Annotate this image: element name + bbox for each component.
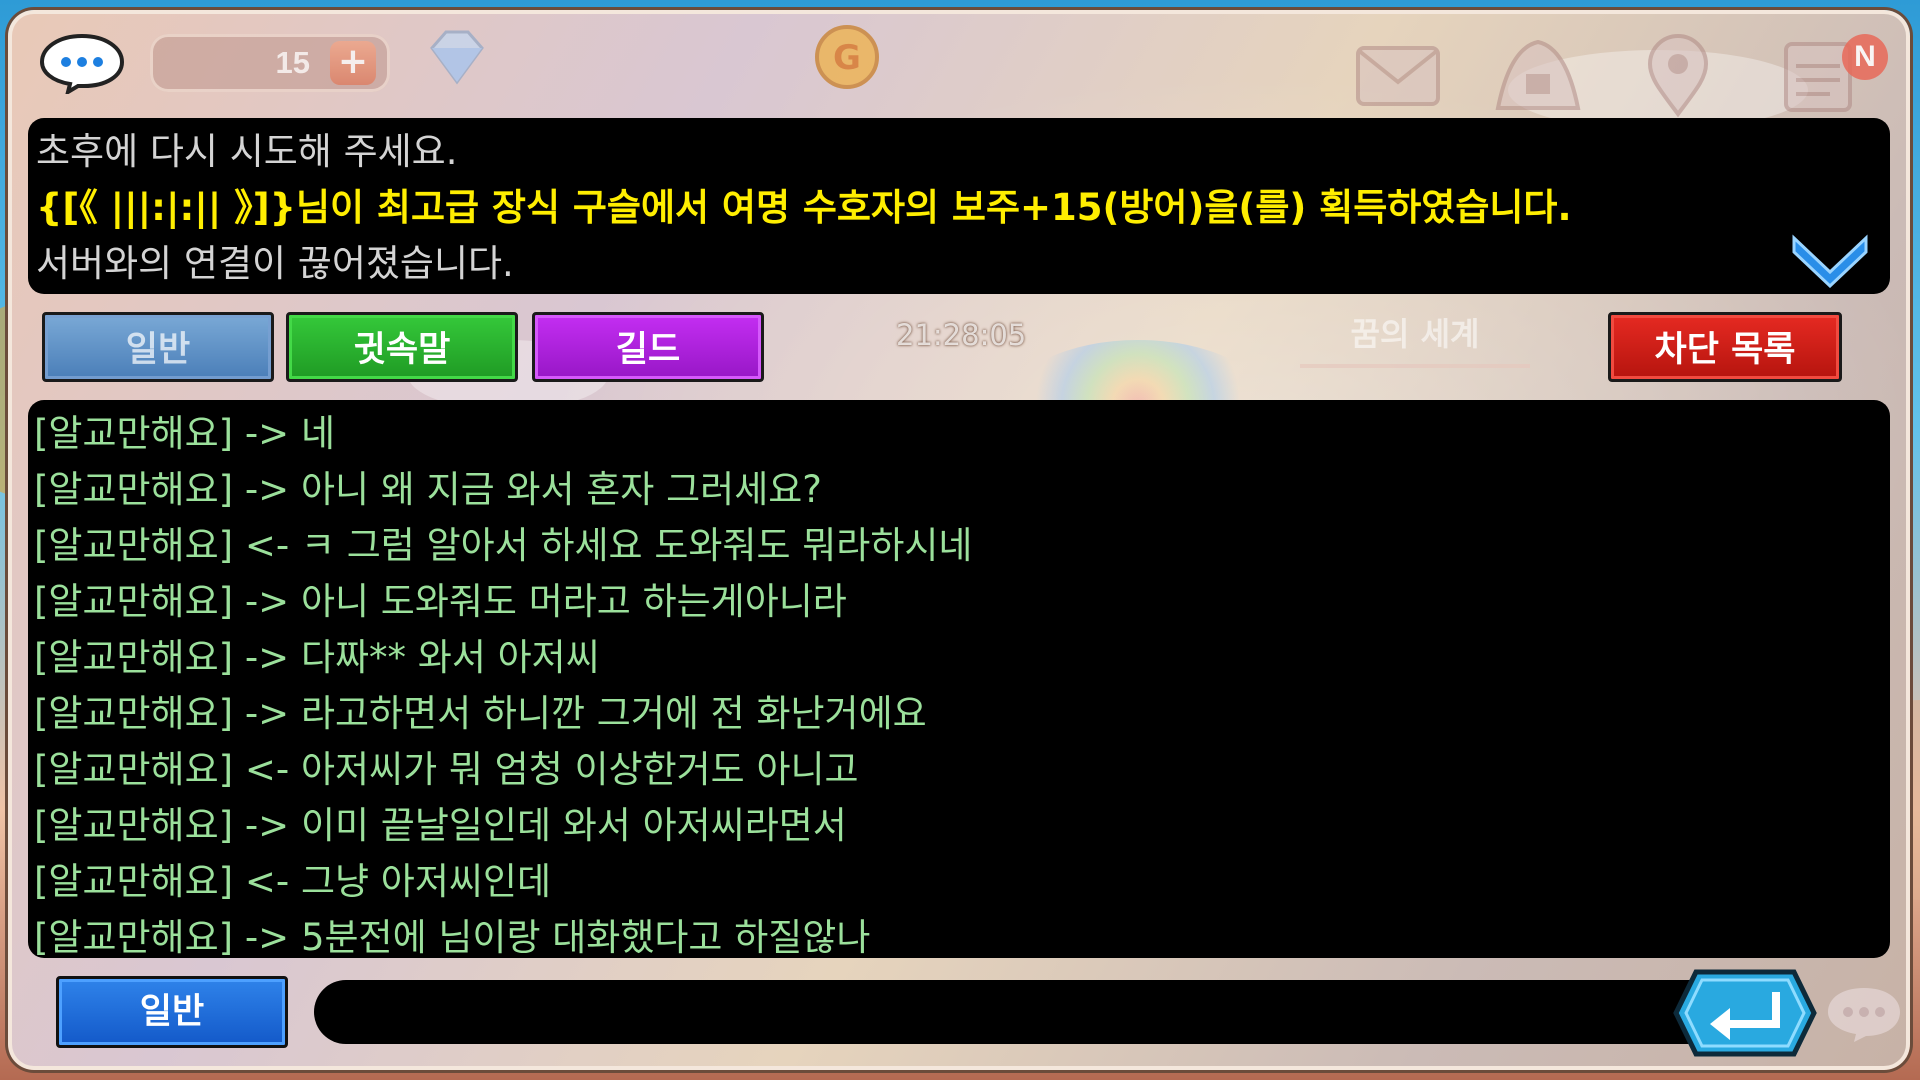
chat-message: [알교만해요] <- 아저씨가 뭐 엄청 이상한거도 아니고 (34, 748, 859, 791)
system-message-highlight: {[《 |||:|:|| 》]}님이 최고급 장식 구슬에서 여명 수호자의 보… (36, 186, 1572, 229)
chat-message: [알교만해요] -> 라고하면서 하니깐 그거에 전 화난거에요 (34, 692, 927, 735)
chat-input[interactable] (314, 980, 1744, 1044)
map-name: 꿈의 세계 (1300, 308, 1530, 368)
chat-message: [알교만해요] -> 이미 끝날일인데 와서 아저씨라면서 (34, 804, 847, 847)
add-gem-button[interactable]: + (732, 41, 778, 85)
add-gold-button[interactable]: + (1160, 41, 1206, 85)
chat-bubble-more-icon[interactable] (1824, 984, 1904, 1044)
tab-general[interactable]: 일반 (42, 312, 274, 382)
send-button[interactable] (1672, 966, 1818, 1060)
gold-coin-icon: G (815, 25, 879, 89)
chat-log[interactable]: [알교만해요] -> 네 [알교만해요] -> 아니 왜 지금 와서 혼자 그러… (28, 400, 1890, 958)
location-pin-icon[interactable] (1630, 28, 1726, 118)
gem-counter: 310 + (470, 34, 800, 92)
gem-value: 310 (658, 45, 710, 80)
energy-value: 15 (275, 45, 310, 80)
chat-message: [알교만해요] -> 아니 왜 지금 와서 혼자 그러세요? (34, 468, 822, 511)
guild-house-icon[interactable] (1490, 28, 1586, 118)
chat-message: [알교만해요] <- 그냥 아저씨인데 (34, 860, 551, 903)
chat-message: [알교만해요] <- ㅋ 그럼 알아서 하세요 도와줘도 뭐라하시네 (34, 524, 973, 567)
chat-message: [알교만해요] -> 네 (34, 412, 335, 455)
system-message: 초후에 다시 시도해 주세요. (36, 130, 458, 173)
add-energy-button[interactable]: + (330, 41, 376, 85)
chat-bubble-icon[interactable] (38, 32, 126, 94)
gold-value: 46,189,424 (984, 45, 1140, 80)
notification-badge: N (1842, 34, 1888, 80)
chat-message: [알교만해요] -> 5분전에 님이랑 대화했다고 하질않나 (34, 916, 871, 958)
gold-counter: 46,189,424 + (860, 34, 1226, 92)
top-bar: 15 + 310 + G 46,189,424 + N (30, 18, 1890, 118)
tab-whisper[interactable]: 귓속말 (286, 312, 518, 382)
chat-message: [알교만해요] -> 아니 도와줘도 머라고 하는게아니라 (34, 580, 847, 623)
chevron-down-icon[interactable] (1788, 228, 1872, 288)
mail-icon[interactable] (1350, 28, 1446, 118)
system-message: 서버와의 연결이 끊어졌습니다. (36, 242, 514, 285)
tab-guild[interactable]: 길드 (532, 312, 764, 382)
system-message-panel: 초후에 다시 시도해 주세요. {[《 |||:|:|| 》]}님이 최고급 장… (28, 118, 1890, 294)
gem-icon (430, 30, 484, 85)
clock: 21:28:05 (896, 318, 1027, 352)
chat-mode-button[interactable]: 일반 (56, 976, 288, 1048)
energy-counter: 15 + (150, 34, 390, 92)
svg-text:G: G (833, 38, 861, 78)
chat-message: [알교만해요] -> 다짜** 와서 아저씨 (34, 636, 600, 679)
block-list-button[interactable]: 차단 목록 (1608, 312, 1842, 382)
